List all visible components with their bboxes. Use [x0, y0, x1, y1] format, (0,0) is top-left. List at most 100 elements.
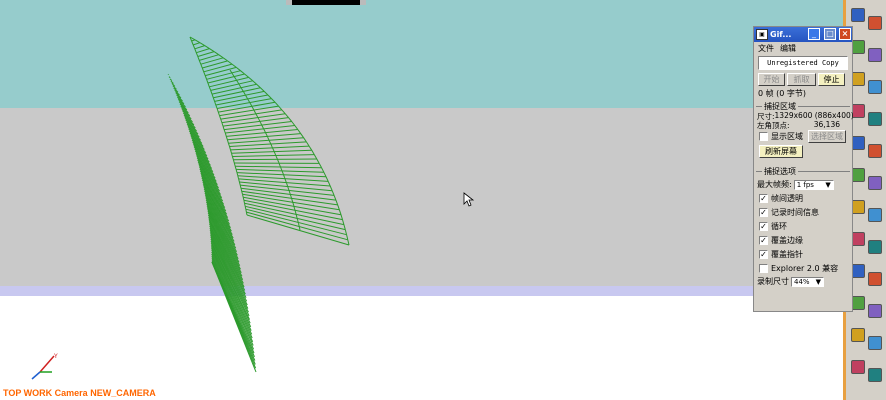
mesh-line	[244, 203, 246, 207]
rotate-icon[interactable]	[868, 208, 882, 222]
menu-edit[interactable]: 编辑	[780, 43, 796, 54]
mesh-line	[267, 94, 272, 99]
mesh-line	[271, 98, 276, 103]
start-button[interactable]: 开始	[758, 73, 785, 86]
record-size-select[interactable]: 44% ▼	[791, 276, 824, 287]
select-region-button[interactable]: 选择区域	[808, 130, 846, 143]
select-icon[interactable]	[851, 264, 865, 278]
mesh-line	[170, 80, 174, 84]
capture-option-checkbox[interactable]: ✓	[759, 250, 768, 259]
capture-option-row: ✓ 循环	[759, 221, 852, 232]
capture-option-checkbox[interactable]: ✓	[759, 222, 768, 231]
record-size-row: 录制尺寸 44% ▼	[757, 276, 852, 287]
view-icon[interactable]	[851, 8, 865, 22]
shade-icon[interactable]	[868, 48, 882, 62]
mesh-line	[207, 82, 210, 87]
minimize-button[interactable]: _	[808, 28, 820, 40]
show-region-checkbox[interactable]	[759, 132, 768, 141]
mesh-line	[285, 180, 288, 184]
help-icon[interactable]	[851, 360, 865, 374]
mesh-line	[281, 171, 284, 175]
axis-icon[interactable]	[868, 304, 882, 318]
capture-option-label: 循环	[771, 222, 787, 231]
material-icon[interactable]	[868, 112, 882, 126]
mesh-line	[231, 153, 233, 157]
mesh-line	[204, 45, 210, 50]
mesh-line	[253, 109, 256, 114]
mesh-line	[284, 113, 289, 118]
mesh-line	[219, 115, 222, 120]
refresh-screen-button[interactable]: 刷新屏幕	[759, 145, 803, 158]
gif-window-title: Gif...	[770, 30, 792, 39]
mesh-line	[325, 176, 329, 182]
fit-icon[interactable]	[851, 328, 865, 342]
mesh-line	[214, 101, 217, 106]
settings-icon[interactable]	[868, 336, 882, 350]
capture-option-checkbox[interactable]: ✓	[759, 194, 768, 203]
mouse-pointer-icon	[463, 192, 475, 207]
mesh-line	[211, 93, 214, 98]
mesh-line	[196, 48, 210, 54]
mesh-line	[167, 73, 169, 76]
light-icon[interactable]	[868, 144, 882, 158]
capture-options-list: ✓ 帧间透明 ✓ 记录时间信息 ✓ 循环 ✓ 覆盖边缘 ✓ 覆盖指针 Explorer 2.0 兼容	[754, 193, 852, 274]
export-icon[interactable]	[868, 368, 882, 382]
sphere-icon[interactable]	[868, 80, 882, 94]
mesh-line	[303, 137, 307, 143]
menu-file[interactable]: 文件	[758, 43, 774, 54]
pan-icon[interactable]	[851, 200, 865, 214]
book-icon[interactable]	[851, 136, 865, 150]
mesh-line	[235, 165, 322, 169]
mesh-line	[294, 125, 299, 130]
mesh-line	[232, 159, 235, 164]
mesh-line	[284, 177, 287, 181]
mesh-line	[287, 186, 290, 191]
layer-icon[interactable]	[868, 16, 882, 30]
capture-option-label: 覆盖指针	[771, 250, 803, 259]
cube-icon[interactable]	[851, 40, 865, 54]
mesh-line	[316, 158, 320, 164]
mesh-line	[233, 158, 317, 161]
mesh-line	[225, 125, 295, 134]
box-icon[interactable]	[851, 72, 865, 86]
mesh-line	[273, 149, 276, 154]
capture-option-checkbox[interactable]: ✓	[759, 208, 768, 217]
paint-icon[interactable]	[868, 272, 882, 286]
grab-button[interactable]: 抓取	[787, 73, 816, 86]
mesh-line	[222, 125, 225, 130]
mesh-line	[297, 129, 302, 134]
mesh-line	[323, 172, 327, 178]
capture-controls: 开始 抓取 停止	[758, 73, 848, 86]
max-fps-row: 最大帧频: 1 fps ▼	[757, 179, 852, 190]
gif-window-titlebar[interactable]: ▣ Gif... _ □ ×	[754, 27, 852, 42]
mesh-line	[224, 132, 227, 137]
mesh-line	[210, 90, 213, 95]
mesh-line	[243, 200, 245, 204]
mesh-line	[264, 131, 267, 135]
mesh-line	[222, 117, 289, 127]
close-button[interactable]: ×	[839, 28, 851, 40]
mesh-line	[205, 66, 237, 77]
camera-icon[interactable]	[851, 168, 865, 182]
capture-option-label: 帧间透明	[771, 194, 803, 203]
mesh-scene	[167, 36, 350, 373]
measure-icon[interactable]	[851, 232, 865, 246]
snap-icon[interactable]	[868, 240, 882, 254]
mesh-line	[263, 91, 269, 96]
stop-button[interactable]: 停止	[818, 73, 845, 86]
mesh-line	[204, 75, 208, 80]
record-size-label: 录制尺寸	[757, 277, 789, 286]
maximize-button[interactable]: □	[824, 28, 836, 40]
mesh-line	[256, 83, 261, 89]
region-size-value: 1329x600 (886x400)	[774, 111, 854, 120]
grid-icon[interactable]	[851, 296, 865, 310]
gif-capture-window[interactable]: ▣ Gif... _ □ × 文件 编辑 Unregistered Copy 开…	[753, 26, 854, 312]
mesh-line	[240, 188, 243, 192]
mesh-line	[217, 111, 220, 116]
capture-option-checkbox[interactable]	[759, 264, 768, 273]
max-fps-select[interactable]: 1 fps ▼	[793, 179, 834, 190]
mesh-line	[252, 80, 257, 85]
capture-option-checkbox[interactable]: ✓	[759, 236, 768, 245]
3d-viewport[interactable]: Y TOP WORK Camera NEW_CAMERA	[0, 0, 843, 400]
zoom-icon[interactable]	[868, 176, 882, 190]
